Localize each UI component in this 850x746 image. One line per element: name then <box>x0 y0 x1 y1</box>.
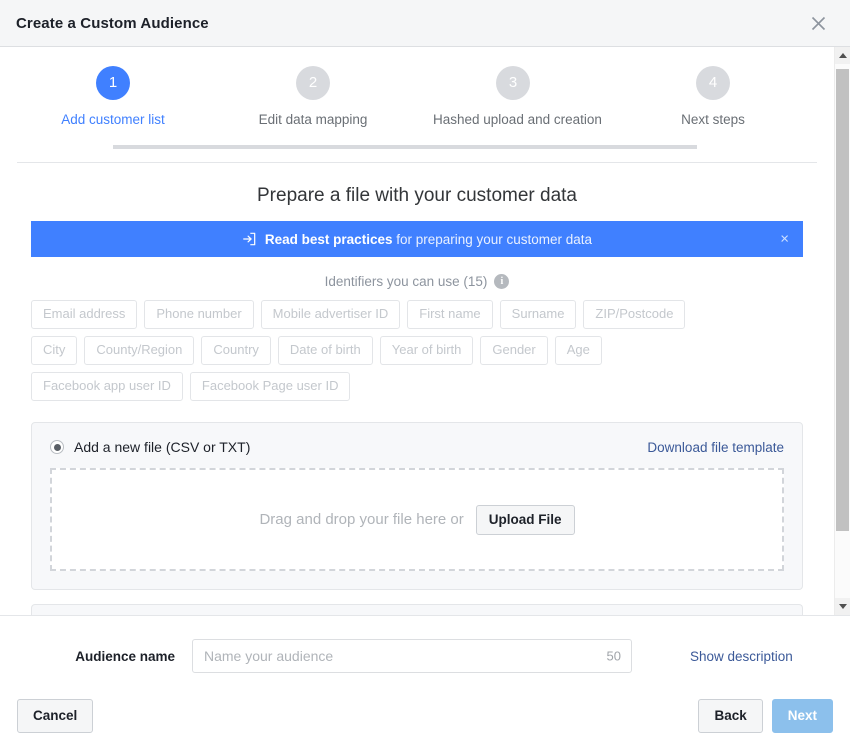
add-new-file-card: Add a new file (CSV or TXT) Download fil… <box>31 422 803 590</box>
download-file-template-link[interactable]: Download file template <box>647 440 784 455</box>
step-2-edit-data-mapping[interactable]: 2 Edit data mapping <box>233 66 393 127</box>
step-2-label[interactable]: Edit data mapping <box>233 112 393 127</box>
step-4-circle[interactable]: 4 <box>696 66 730 100</box>
identifier-chip: Facebook Page user ID <box>189 372 351 401</box>
identifier-chip: Email address <box>31 300 138 329</box>
dialog-title: Create a Custom Audience <box>16 14 209 32</box>
identifier-chip: Gender <box>480 336 548 365</box>
banner-content: Read best practices for preparing your c… <box>242 232 592 247</box>
identifier-chip: Phone number <box>144 300 254 329</box>
audience-name-input-wrap: 50 <box>192 639 632 673</box>
add-new-file-radio-option[interactable]: Add a new file (CSV or TXT) <box>50 439 250 455</box>
step-4-next-steps[interactable]: 4 Next steps <box>633 66 793 127</box>
stepper-track <box>113 145 697 149</box>
identifier-chip: Mobile advertiser ID <box>260 300 401 329</box>
banner-text: Read best practices for preparing your c… <box>265 232 592 247</box>
add-new-file-radio[interactable] <box>50 440 64 454</box>
dialog-titlebar: Create a Custom Audience <box>0 0 850 47</box>
banner-close-icon[interactable]: × <box>780 232 789 247</box>
identifier-chip: ZIP/Postcode <box>583 300 686 329</box>
add-new-file-label: Add a new file (CSV or TXT) <box>74 439 251 455</box>
step-3-circle[interactable]: 3 <box>496 66 530 100</box>
identifier-chip: County/Region <box>84 336 195 365</box>
scroll-up-icon[interactable] <box>835 47 850 64</box>
identifier-chip: First name <box>407 300 493 329</box>
add-new-file-card-header: Add a new file (CSV or TXT) Download fil… <box>50 439 784 455</box>
identifier-chip: Year of birth <box>379 336 474 365</box>
step-1-add-customer-list[interactable]: 1 Add customer list <box>33 66 193 127</box>
identifier-chip: Country <box>201 336 271 365</box>
scroll-area: 1 Add customer list 2 Edit data mapping … <box>0 47 834 615</box>
banner-link-text[interactable]: Read best practices <box>265 232 393 247</box>
step-1-label[interactable]: Add customer list <box>33 112 193 127</box>
identifier-chip: Date of birth <box>277 336 373 365</box>
identifier-chip: Surname <box>499 300 577 329</box>
next-card-peek <box>31 604 803 615</box>
dropzone-text: Drag and drop your file here or <box>259 511 464 528</box>
identifiers-heading: Identifiers you can use (15) <box>324 274 488 289</box>
file-dropzone[interactable]: Drag and drop your file here or Upload F… <box>50 468 784 571</box>
open-in-new-icon <box>242 232 256 246</box>
step-3-label[interactable]: Hashed upload and creation <box>433 112 602 127</box>
identifier-chip: Age <box>554 336 602 365</box>
audience-name-label: Audience name <box>75 648 175 664</box>
identifiers-heading-row: Identifiers you can use (15) i <box>0 257 834 300</box>
show-description-link[interactable]: Show description <box>690 649 793 664</box>
scrollbar-thumb[interactable] <box>836 69 849 531</box>
close-icon[interactable] <box>804 9 832 37</box>
step-4-label[interactable]: Next steps <box>633 112 793 127</box>
dialog-body: 1 Add customer list 2 Edit data mapping … <box>0 47 850 615</box>
banner-rest-text: for preparing your customer data <box>392 231 593 247</box>
back-button[interactable]: Back <box>698 699 763 733</box>
info-icon[interactable]: i <box>494 274 510 289</box>
stepper: 1 Add customer list 2 Edit data mapping … <box>0 47 834 162</box>
create-custom-audience-dialog: Create a Custom Audience 1 Add customer … <box>0 0 850 746</box>
identifier-chip: Facebook app user ID <box>31 372 183 401</box>
best-practices-banner[interactable]: Read best practices for preparing your c… <box>31 221 803 257</box>
prepare-file-heading: Prepare a file with your customer data <box>257 185 577 206</box>
footer-button-row: Cancel Back Next <box>17 673 833 733</box>
step-1-circle[interactable]: 1 <box>96 66 130 100</box>
scroll-down-icon[interactable] <box>835 598 850 615</box>
step-3-hashed-upload-and-creation[interactable]: 3 Hashed upload and creation <box>433 66 602 127</box>
audience-name-input[interactable] <box>192 639 632 673</box>
step-2-circle[interactable]: 2 <box>296 66 330 100</box>
cancel-button[interactable]: Cancel <box>17 699 94 733</box>
identifier-chip: City <box>31 336 78 365</box>
identifier-chips: Email address Phone number Mobile advert… <box>0 300 760 401</box>
audience-name-row: Audience name 50 Show description <box>17 616 833 673</box>
vertical-scrollbar[interactable] <box>834 47 850 615</box>
dialog-footer: Audience name 50 Show description Cancel… <box>0 615 850 746</box>
next-button[interactable]: Next <box>771 699 833 733</box>
upload-file-button[interactable]: Upload File <box>475 504 575 535</box>
